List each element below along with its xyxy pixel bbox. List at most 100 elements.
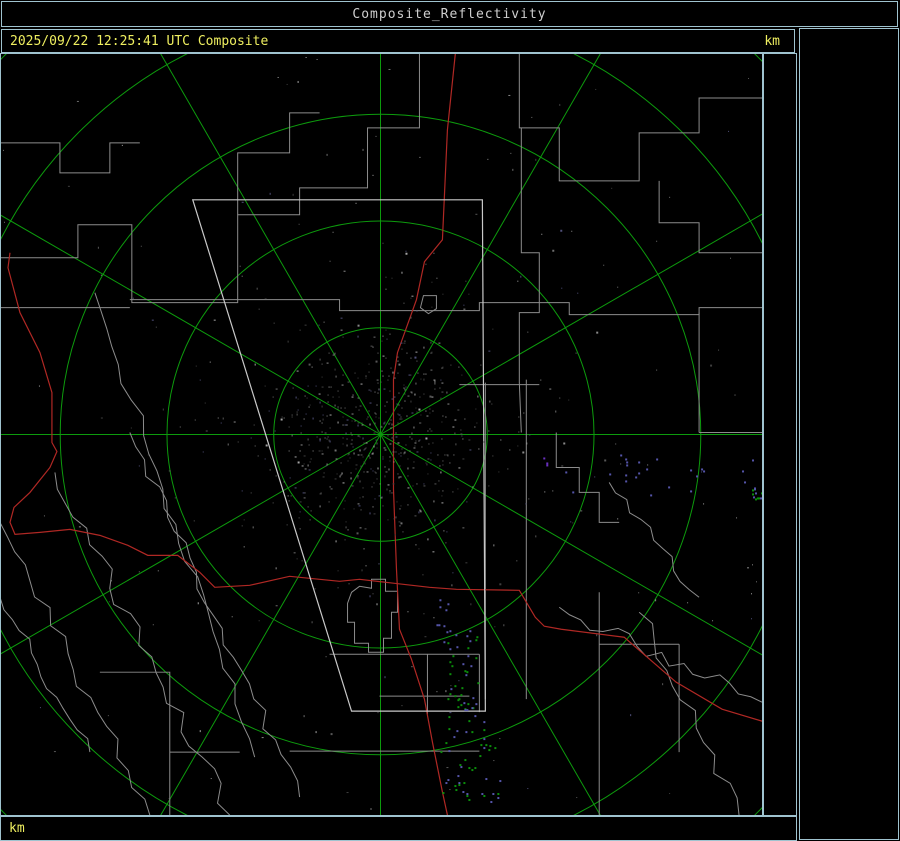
echo-pixel	[469, 640, 472, 643]
echo-pixel	[467, 647, 470, 650]
echo-pixel	[443, 641, 446, 644]
echo-pixel	[476, 636, 479, 639]
y-axis-unit-label: km	[764, 33, 780, 49]
echo-pixel	[474, 715, 477, 718]
echo-pixel	[492, 793, 495, 796]
echo-pixel	[449, 693, 452, 696]
echo-pixel	[470, 665, 473, 668]
radar-map[interactable]	[0, 53, 763, 816]
echo-pixel	[449, 630, 452, 633]
echo-pixel	[754, 487, 757, 490]
echo-pixel	[485, 778, 488, 781]
echo-pixel	[454, 695, 457, 698]
echo-pixel	[449, 648, 452, 651]
echo-pixel	[467, 655, 470, 658]
echo-pixel	[752, 493, 755, 496]
echo-pixel	[456, 646, 459, 649]
echo-pixel	[466, 709, 469, 712]
echo-pixel	[458, 784, 461, 787]
echo-pixel	[471, 707, 474, 710]
echo-pixel	[753, 496, 756, 499]
echo-pixel	[460, 704, 463, 707]
echo-pixel	[460, 694, 463, 697]
echo-pixel	[439, 599, 442, 602]
echo-pixel	[497, 797, 500, 800]
echo-pixel	[462, 791, 465, 794]
echo-pixel	[464, 670, 467, 673]
echo-pixel	[465, 731, 468, 734]
echo-pixel	[475, 657, 478, 660]
echo-pixel	[609, 473, 612, 476]
echo-pixel	[436, 624, 439, 627]
echo-pixel	[499, 780, 502, 783]
echo-pixel	[439, 606, 442, 609]
echo-pixel	[469, 630, 472, 633]
echo-pixel	[448, 728, 451, 731]
echo-pixel	[471, 769, 474, 772]
x-axis-unit-label: km	[9, 821, 25, 836]
echo-pixel	[656, 458, 659, 461]
echo-pixel	[464, 709, 467, 712]
echo-pixel	[690, 469, 693, 472]
echo-pixel	[479, 755, 482, 758]
echo-pixel	[489, 745, 492, 748]
echo-pixel	[760, 497, 762, 500]
echo-pixel	[620, 454, 623, 457]
echo-pixel	[462, 663, 465, 666]
echo-pixel	[646, 468, 649, 471]
echo-pixel	[447, 698, 450, 701]
echo-pixel	[475, 639, 478, 642]
echo-pixel	[755, 498, 758, 501]
echo-pixel	[481, 793, 484, 796]
echo-pixel	[456, 730, 459, 733]
title-bar: Composite_Reflectivity	[1, 1, 898, 27]
echo-pixel	[472, 697, 475, 700]
echo-pixel	[696, 475, 699, 478]
echo-pixel	[480, 744, 483, 747]
echo-pixel	[625, 458, 628, 461]
echo-pixel	[461, 687, 464, 690]
echo-pixel	[744, 481, 747, 484]
echo-pixel	[447, 779, 450, 782]
echo-pixel	[668, 486, 671, 489]
echo-pixel	[758, 497, 761, 500]
echo-pixel	[483, 721, 486, 724]
echo-pixel	[625, 474, 628, 477]
echo-pixel	[451, 665, 454, 668]
echo-pixel	[485, 744, 488, 747]
echo-pixel	[497, 793, 500, 796]
echo-pixel	[466, 671, 469, 674]
echo-pixel	[474, 767, 477, 770]
range-rings	[1, 54, 762, 815]
echo-pixel	[761, 492, 762, 495]
echo-pixel	[448, 750, 451, 753]
echo-pixel	[565, 471, 568, 474]
echo-pixel	[449, 661, 452, 664]
echo-pixel	[625, 480, 628, 483]
echo-pixel	[483, 738, 486, 741]
echo-pixel	[440, 751, 443, 754]
echo-pixel	[626, 464, 629, 467]
radar-canvas[interactable]	[1, 54, 762, 815]
echo-pixel	[477, 682, 480, 685]
echo-pixel	[455, 789, 458, 792]
echo-pixel	[447, 642, 450, 645]
info-bar: 2025/09/22 12:25:41 UTC Composite km	[1, 29, 795, 53]
echo-pixel	[447, 603, 450, 606]
echo-pixel	[546, 464, 549, 467]
echo-pixel	[458, 782, 461, 785]
echo-pixel	[475, 703, 478, 706]
echo-pixel	[466, 793, 469, 796]
window-title: Composite_Reflectivity	[352, 6, 547, 22]
echo-pixel	[701, 468, 704, 471]
echo-pixel	[483, 747, 486, 750]
echo-pixel	[468, 799, 471, 802]
echo-pixel	[454, 685, 457, 688]
y-axis	[763, 53, 797, 816]
echo-pixel	[449, 673, 452, 676]
echo-pixel	[638, 472, 641, 475]
echo-pixel	[466, 795, 469, 798]
echo-pixel	[459, 764, 462, 767]
echo-pixel	[490, 801, 493, 804]
echo-pixel	[465, 674, 468, 677]
